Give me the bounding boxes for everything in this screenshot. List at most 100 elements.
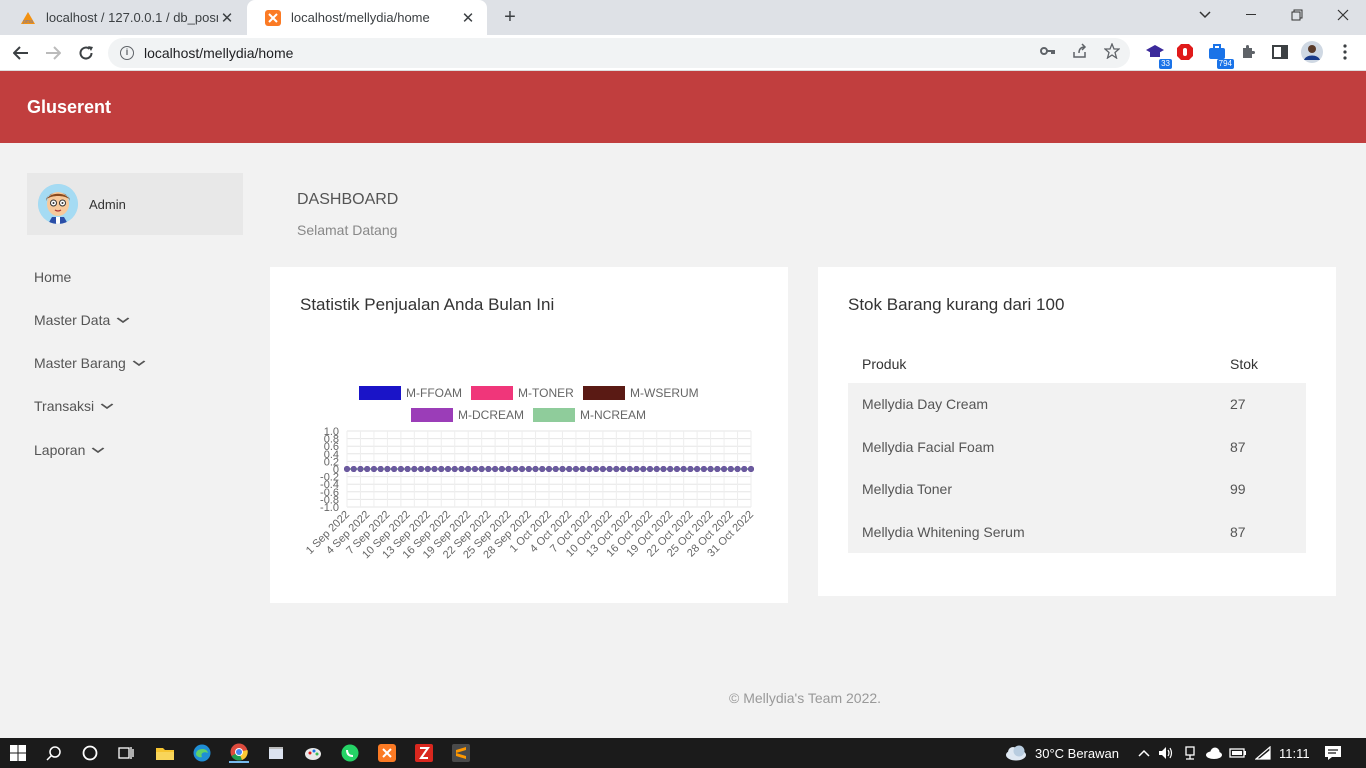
chevron-up-icon[interactable] xyxy=(1134,743,1154,763)
data-point xyxy=(633,466,640,472)
new-tab-button[interactable]: + xyxy=(498,6,522,30)
onedrive-cloud-icon[interactable] xyxy=(1204,743,1224,763)
cell-product: Mellydia Day Cream xyxy=(848,383,1216,426)
weather-cloud-icon[interactable] xyxy=(1004,743,1028,763)
cortana-icon[interactable] xyxy=(80,743,100,763)
wifi-icon[interactable] xyxy=(1253,743,1273,763)
data-point xyxy=(418,466,425,472)
clock-time[interactable]: 11:11 xyxy=(1279,746,1310,761)
data-point xyxy=(370,466,377,472)
side-panel-icon[interactable] xyxy=(1269,41,1291,63)
minimize-icon[interactable] xyxy=(1228,0,1274,30)
restore-icon[interactable] xyxy=(1274,0,1320,30)
password-key-icon[interactable] xyxy=(1038,41,1058,61)
data-point xyxy=(748,466,754,472)
data-point xyxy=(626,466,633,472)
phpmyadmin-favicon-icon: pma xyxy=(20,10,36,26)
data-point xyxy=(505,466,512,472)
sidebar-item-label: Transaksi xyxy=(34,398,95,414)
data-point xyxy=(620,466,627,472)
extension-badge: 33 xyxy=(1159,59,1172,69)
data-point xyxy=(431,466,438,472)
sublime-text-icon[interactable] xyxy=(451,743,471,763)
windows-start-icon[interactable] xyxy=(8,743,28,763)
data-point xyxy=(377,466,384,472)
chevron-down-icon xyxy=(132,358,146,369)
data-point xyxy=(512,466,519,472)
data-point xyxy=(727,466,734,472)
sales-line-chart: 1.00.80.60.40.20-0.2-0.4-0.6-0.8-1.01 Se… xyxy=(304,426,756,561)
volume-icon[interactable] xyxy=(1156,743,1176,763)
extensions-puzzle-icon[interactable] xyxy=(1237,41,1259,63)
file-explorer-icon[interactable] xyxy=(155,743,175,763)
whatsapp-icon[interactable] xyxy=(340,743,360,763)
sidebar-item-master-data[interactable]: Master Data xyxy=(34,312,130,328)
cell-product: Mellydia Facial Foam xyxy=(848,425,1216,468)
data-point xyxy=(721,466,728,472)
data-point xyxy=(492,466,499,472)
close-tab-icon[interactable]: ✕ xyxy=(218,9,236,27)
tab-phpmyadmin[interactable]: pma localhost / 127.0.0.1 / db_posmel ✕ xyxy=(2,0,246,35)
data-point xyxy=(606,466,613,472)
data-point xyxy=(404,466,411,472)
table-row: Mellydia Whitening Serum 87 xyxy=(848,510,1306,553)
data-point xyxy=(532,466,539,472)
sidebar-item-transaksi[interactable]: Transaksi xyxy=(34,398,114,414)
table-row: Mellydia Facial Foam 87 xyxy=(848,425,1306,468)
data-point xyxy=(640,466,647,472)
chevron-down-icon xyxy=(91,445,105,456)
share-icon[interactable] xyxy=(1070,41,1090,61)
network-icon[interactable] xyxy=(1180,743,1200,763)
data-point xyxy=(458,466,465,472)
site-info-icon[interactable]: i xyxy=(120,46,134,60)
forward-arrow-icon[interactable] xyxy=(41,41,65,65)
search-icon[interactable] xyxy=(44,743,64,763)
media-app-icon[interactable] xyxy=(266,743,286,763)
data-point xyxy=(438,466,445,472)
task-view-icon[interactable] xyxy=(116,743,136,763)
close-tab-icon[interactable]: ✕ xyxy=(459,9,477,27)
profile-avatar-icon[interactable] xyxy=(1301,41,1323,63)
y-tick-label: -1.0 xyxy=(320,502,339,514)
reload-icon[interactable] xyxy=(74,41,98,65)
stock-card-title: Stok Barang kurang dari 100 xyxy=(848,295,1065,314)
edge-browser-icon[interactable] xyxy=(192,743,212,763)
data-point xyxy=(707,466,714,472)
close-window-icon[interactable] xyxy=(1320,0,1366,30)
extension-graduation-icon[interactable]: 33 xyxy=(1144,41,1172,69)
data-point xyxy=(593,466,600,472)
battery-icon[interactable] xyxy=(1228,743,1248,763)
sidebar-item-laporan[interactable]: Laporan xyxy=(34,442,105,458)
table-row: Mellydia Toner 99 xyxy=(848,468,1306,511)
back-arrow-icon[interactable] xyxy=(9,41,33,65)
chrome-icon[interactable] xyxy=(229,743,249,763)
tab-mellydia-home[interactable]: localhost/mellydia/home ✕ xyxy=(247,0,487,35)
data-point xyxy=(599,466,606,472)
url-text: localhost/mellydia/home xyxy=(144,45,294,61)
footer-copyright: © Mellydia's Team 2022. xyxy=(729,690,882,706)
data-point xyxy=(451,466,458,472)
browser-menu-icon[interactable] xyxy=(1334,41,1356,63)
extension-briefcase-icon[interactable]: 794 xyxy=(1206,41,1234,69)
data-point xyxy=(344,466,350,472)
filezilla-icon[interactable] xyxy=(414,743,434,763)
sidebar-item-home[interactable]: Home xyxy=(34,269,71,285)
extension-stop-icon[interactable] xyxy=(1174,41,1196,63)
data-point xyxy=(667,466,674,472)
data-point xyxy=(525,466,532,472)
brand-logo[interactable]: Gluserent xyxy=(27,97,111,118)
data-point xyxy=(687,466,694,472)
address-bar[interactable]: i localhost/mellydia/home xyxy=(108,38,1130,68)
sidebar-item-master-barang[interactable]: Master Barang xyxy=(34,355,146,371)
data-point xyxy=(364,466,371,472)
data-point xyxy=(559,466,566,472)
bookmark-star-icon[interactable] xyxy=(1102,41,1122,61)
tab-search-icon[interactable] xyxy=(1182,0,1228,30)
notification-icon[interactable] xyxy=(1323,743,1343,763)
data-point xyxy=(519,466,526,472)
paint-app-icon[interactable] xyxy=(303,743,323,763)
xampp-icon[interactable] xyxy=(377,743,397,763)
data-point xyxy=(465,466,472,472)
weather-text[interactable]: 30°C Berawan xyxy=(1035,746,1119,761)
column-header-produk: Produk xyxy=(862,356,907,372)
